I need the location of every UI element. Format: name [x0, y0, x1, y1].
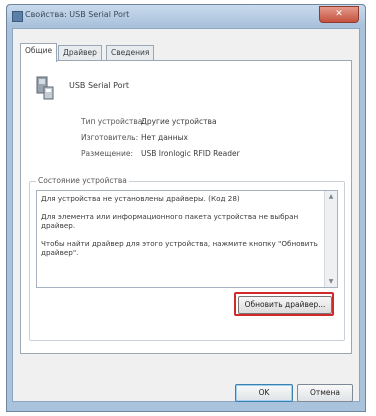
device-status-text: Для устройства не установлены драйверы. … — [41, 194, 321, 266]
title-bar: Свойства: USB Serial Port ✕ — [7, 5, 365, 27]
status-line: Чтобы найти драйвер для этого устройства… — [41, 239, 318, 257]
scroll-up-arrow-icon[interactable]: ▲ — [327, 193, 335, 200]
status-line: Для элемента или информационного пакета … — [41, 212, 299, 230]
device-type-value: Другие устройства — [141, 117, 217, 126]
device-status-textbox[interactable]: Для устройства не установлены драйверы. … — [36, 190, 338, 288]
window-title: Свойства: USB Serial Port — [25, 10, 130, 19]
tab-general[interactable]: Общие — [20, 43, 58, 62]
general-tab-panel: USB Serial Port Тип устройства: Другие у… — [20, 60, 352, 354]
status-scrollbar[interactable]: ▲ ▼ — [324, 191, 337, 287]
device-type-label: Тип устройства: — [81, 117, 145, 126]
location-label: Размещение: — [81, 149, 133, 158]
update-driver-button[interactable]: Обновить драйвер... — [238, 296, 332, 314]
device-status-group: Состояние устройства Для устройства не у… — [29, 176, 345, 341]
manufacturer-label: Изготовитель: — [81, 133, 139, 142]
device-icon — [36, 76, 54, 100]
status-line: Для устройства не установлены драйверы. … — [41, 194, 240, 203]
ok-button[interactable]: OK — [235, 384, 293, 402]
location-value: USB Ironlogic RFID Reader — [141, 149, 240, 158]
dialog-client-area: Общие Драйвер Сведения USB Serial Port Т… — [12, 28, 360, 402]
close-button[interactable]: ✕ — [319, 6, 359, 23]
properties-dialog: Свойства: USB Serial Port ✕ Общие Драйве… — [6, 4, 366, 412]
manufacturer-value: Нет данных — [141, 133, 188, 142]
tab-driver[interactable]: Драйвер — [58, 45, 102, 61]
tab-details[interactable]: Сведения — [106, 45, 155, 61]
scroll-down-arrow-icon[interactable]: ▼ — [327, 278, 335, 285]
device-manager-icon — [12, 11, 23, 22]
device-name: USB Serial Port — [69, 81, 130, 90]
device-status-label: Состояние устройства — [36, 176, 129, 185]
cancel-button[interactable]: Отмена — [297, 384, 353, 402]
